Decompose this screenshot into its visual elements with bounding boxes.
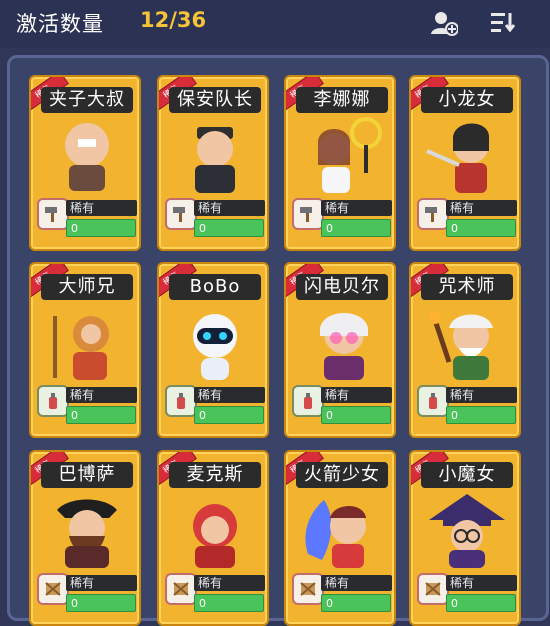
hero-name: 火箭少女: [296, 462, 388, 488]
hero-portrait: [195, 127, 235, 193]
hero-card[interactable]: 稀有 保安队长 稀有 0: [157, 75, 269, 251]
hero-name: 麦克斯: [169, 462, 261, 488]
hero-name: 小龙女: [421, 87, 513, 113]
rarity-label: 稀有: [321, 200, 392, 216]
fire-extinguisher-icon: [292, 385, 324, 417]
progress-value: 0: [321, 219, 391, 237]
hero-name: BoBo: [169, 274, 261, 300]
progress-value: 0: [66, 219, 136, 237]
hero-portrait: [426, 123, 489, 193]
hammer-icon: [165, 198, 197, 230]
hero-name: 李娜娜: [296, 87, 388, 113]
rarity-label: 稀有: [321, 387, 392, 403]
progress-value: 0: [446, 594, 516, 612]
rarity-label: 稀有: [194, 200, 265, 216]
progress-value: 0: [194, 594, 264, 612]
progress-value: 0: [321, 406, 391, 424]
progress-value: 0: [321, 594, 391, 612]
rarity-label: 稀有: [66, 200, 137, 216]
hero-name: 巴博萨: [41, 462, 133, 488]
hero-portrait: [305, 500, 366, 568]
hero-card[interactable]: 稀有 大师兄 稀有 0: [29, 262, 141, 438]
hero-portrait: [65, 123, 109, 191]
rarity-label: 稀有: [66, 387, 137, 403]
hero-portrait: [193, 504, 237, 568]
hammer-icon: [37, 198, 69, 230]
fire-extinguisher-icon: [37, 385, 69, 417]
hero-portrait: [193, 314, 237, 380]
hero-portrait: [320, 313, 368, 380]
hero-card[interactable]: 稀有 李娜娜 稀有 0: [284, 75, 396, 251]
hero-card[interactable]: 稀有 闪电贝尔 稀有 0: [284, 262, 396, 438]
hero-portrait: [318, 117, 382, 193]
rarity-label: 稀有: [446, 575, 517, 591]
progress-value: 0: [66, 406, 136, 424]
rarity-label: 稀有: [446, 387, 517, 403]
progress-value: 0: [446, 219, 516, 237]
progress-value: 0: [194, 406, 264, 424]
hero-name: 夹子大叔: [41, 87, 133, 113]
fire-extinguisher-icon: [417, 385, 449, 417]
hero-portrait: [429, 312, 493, 380]
crate-icon: [37, 573, 69, 605]
hero-name: 大师兄: [41, 274, 133, 300]
crate-icon: [417, 573, 449, 605]
hammer-icon: [417, 198, 449, 230]
crate-icon: [165, 573, 197, 605]
progress-value: 0: [194, 219, 264, 237]
hero-card[interactable]: 稀有 夹子大叔 稀有 0: [29, 75, 141, 251]
rarity-label: 稀有: [446, 200, 517, 216]
hero-portrait: [57, 499, 117, 568]
hero-portrait: [53, 316, 109, 380]
rarity-label: 稀有: [66, 575, 137, 591]
rarity-label: 稀有: [194, 575, 265, 591]
hammer-icon: [292, 198, 324, 230]
progress-value: 0: [446, 406, 516, 424]
hero-card[interactable]: 稀有 小龙女 稀有 0: [409, 75, 521, 251]
hero-name: 闪电贝尔: [296, 274, 388, 300]
rarity-label: 稀有: [194, 387, 265, 403]
hero-card[interactable]: 稀有 咒术师 稀有 0: [409, 262, 521, 438]
hero-name: 咒术师: [421, 274, 513, 300]
rarity-label: 稀有: [321, 575, 392, 591]
hero-name: 保安队长: [169, 87, 261, 113]
crate-icon: [292, 573, 324, 605]
hero-portrait: [429, 494, 505, 568]
fire-extinguisher-icon: [165, 385, 197, 417]
hero-card[interactable]: 稀有 BoBo 稀有 0: [157, 262, 269, 438]
hero-name: 小魔女: [421, 462, 513, 488]
hero-grid: 稀有 夹子大叔 稀有 0 稀有 保安队长 稀有 0 稀有 李娜娜: [0, 0, 550, 626]
progress-value: 0: [66, 594, 136, 612]
